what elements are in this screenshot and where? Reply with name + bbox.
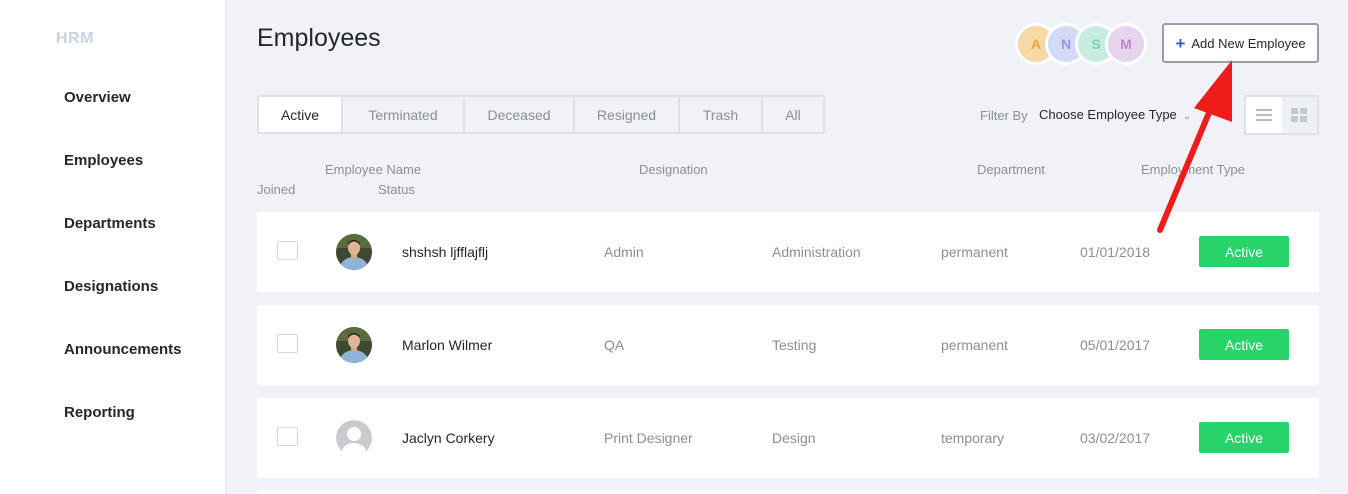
status-badge[interactable]: Active [1199, 422, 1289, 453]
avatar[interactable]: M [1105, 23, 1147, 65]
employee-department: Testing [772, 337, 817, 353]
employee-avatar[interactable] [336, 234, 372, 270]
avatar-initial: N [1060, 36, 1072, 52]
filter-label: Filter By [980, 108, 1028, 123]
employment-type: permanent [941, 244, 1008, 260]
row-checkbox[interactable] [277, 241, 298, 260]
grid-view-button[interactable] [1281, 97, 1317, 133]
joined-date: 05/01/2017 [1080, 337, 1151, 353]
column-header-designation[interactable]: Designation [639, 162, 708, 177]
brand-logo[interactable]: HRM [56, 30, 94, 48]
tab-resigned[interactable]: Resigned [575, 97, 680, 132]
list-icon [1255, 109, 1272, 121]
column-header-employee-name[interactable]: Employee Name [325, 162, 421, 177]
employee-name[interactable]: Jaclyn Corkery [402, 430, 495, 446]
status-tabs: Active Terminated Deceased Resigned Tras… [257, 95, 825, 134]
employee-avatar[interactable] [336, 327, 372, 363]
plus-icon: + [1175, 33, 1186, 53]
avatar-initial: M [1120, 36, 1132, 52]
employee-name[interactable]: shshsh ljfflajflj [402, 244, 488, 260]
add-new-employee-label: Add New Employee [1191, 35, 1306, 51]
tab-deceased[interactable]: Deceased [465, 97, 575, 132]
table-row[interactable] [257, 490, 1319, 494]
employee-department: Design [772, 430, 816, 446]
employee-type-select-value: Choose Employee Type [1039, 107, 1177, 122]
list-view-button[interactable] [1246, 97, 1282, 133]
row-checkbox[interactable] [277, 427, 298, 446]
grid-icon [1291, 108, 1308, 122]
avatar-initial: S [1091, 36, 1101, 52]
employee-designation: QA [604, 337, 625, 353]
sidebar-item-announcements[interactable]: Announcements [64, 341, 182, 358]
sidebar-item-designations[interactable]: Designations [64, 278, 158, 295]
sidebar-item-reporting[interactable]: Reporting [64, 404, 135, 421]
employee-avatar[interactable] [336, 420, 372, 456]
joined-date: 03/02/2017 [1080, 430, 1151, 446]
joined-date: 01/01/2018 [1080, 244, 1151, 260]
row-checkbox[interactable] [277, 334, 298, 353]
view-toggle [1244, 95, 1319, 135]
sidebar: HRM Overview Employees Departments Desig… [0, 0, 226, 494]
tab-active[interactable]: Active [259, 97, 343, 132]
default-user-icon [336, 420, 372, 456]
status-badge[interactable]: Active [1199, 329, 1289, 360]
column-header-status[interactable]: Status [378, 182, 415, 197]
employment-type: permanent [941, 337, 1008, 353]
table-row[interactable]: Marlon Wilmer QA Testing permanent 05/01… [257, 305, 1319, 385]
add-new-employee-button[interactable]: + Add New Employee [1162, 23, 1319, 63]
column-header-department[interactable]: Department [977, 162, 1045, 177]
employee-designation: Print Designer [604, 430, 693, 446]
employee-type-select[interactable]: Choose Employee Type ⌄ [1039, 107, 1191, 122]
chevron-down-icon: ⌄ [1182, 111, 1192, 122]
tab-all[interactable]: All [763, 97, 823, 132]
tab-terminated[interactable]: Terminated [343, 97, 465, 132]
employment-type: temporary [941, 430, 1005, 446]
employee-name[interactable]: Marlon Wilmer [402, 337, 492, 353]
sidebar-item-departments[interactable]: Departments [64, 215, 156, 232]
user-avatar-group: A N S M [1015, 23, 1147, 65]
status-badge[interactable]: Active [1199, 236, 1289, 267]
sidebar-item-employees[interactable]: Employees [64, 152, 143, 169]
page-title: Employees [257, 24, 381, 52]
tab-trash[interactable]: Trash [680, 97, 763, 132]
avatar-initial: A [1030, 36, 1042, 52]
table-row[interactable]: Jaclyn Corkery Print Designer Design tem… [257, 398, 1319, 478]
employee-designation: Admin [604, 244, 644, 260]
sidebar-item-overview[interactable]: Overview [64, 89, 131, 106]
person-photo-icon [336, 234, 372, 270]
column-header-joined[interactable]: Joined [257, 182, 295, 197]
employee-department: Administration [772, 244, 861, 260]
person-photo-icon [336, 327, 372, 363]
table-row[interactable]: shshsh ljfflajflj Admin Administration p… [257, 212, 1319, 292]
column-header-employment-type[interactable]: Employment Type [1141, 162, 1245, 177]
